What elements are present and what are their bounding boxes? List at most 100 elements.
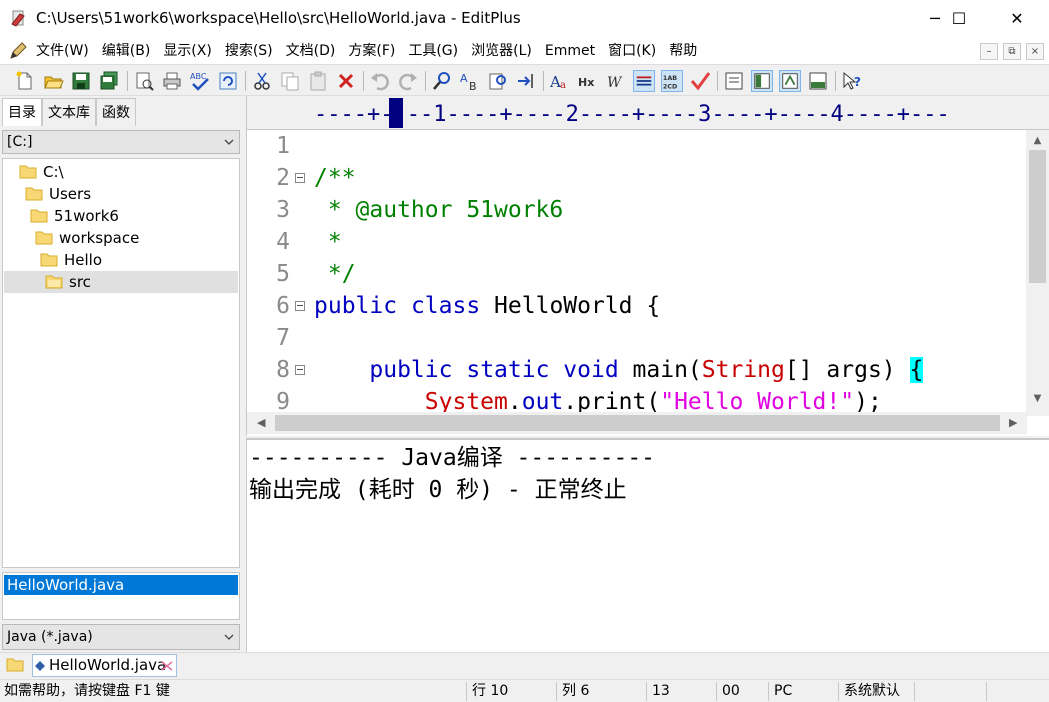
goto-icon[interactable] [515,70,537,92]
toggle-icon[interactable] [217,70,239,92]
drive-select[interactable]: [C:] [2,130,240,154]
column-ruler: ----+----1----+----2----+----3----+----4… [247,96,1049,130]
output-icon[interactable] [807,70,829,92]
file-diamond-icon [35,661,45,671]
find-icon[interactable] [431,70,453,92]
file-list-item[interactable]: HelloWorld.java [4,575,238,595]
print-icon[interactable] [161,70,183,92]
undo-icon[interactable] [369,70,391,92]
word-wrap-icon[interactable]: W [605,70,627,92]
mdi-minimize-button[interactable]: – [980,43,998,60]
fold-toggle-icon[interactable] [295,173,305,183]
svg-text:ABC: ABC [190,72,207,81]
code-line[interactable]: 1 [247,130,1027,162]
code-line[interactable]: 3 * @author 51work6 [247,194,1027,226]
toolbar-separator [543,71,544,91]
folder-icon[interactable] [6,657,24,672]
directory-tree[interactable]: C:\ Users 51work6 workspace Hello src [2,158,240,568]
print-preview-icon[interactable] [133,70,155,92]
mdi-restore-button[interactable]: ⧉ [1003,43,1021,60]
tab-functions[interactable]: 函数 [96,98,136,126]
line-number: 2 [276,165,290,191]
horizontal-scrollbar[interactable]: ◀ ▶ [247,412,1027,434]
code-line[interactable]: 4 * [247,226,1027,258]
spell-check-icon[interactable]: ABC [189,70,211,92]
tree-item-c-drive[interactable]: C:\ [19,161,64,183]
code-line[interactable]: 6 public class HelloWorld { [247,290,1027,322]
fold-toggle-icon[interactable] [295,365,305,375]
menu-document[interactable]: 文档(D) [286,38,336,64]
code-line[interactable]: 5 */ [247,258,1027,290]
scroll-down-arrow-icon[interactable]: ▼ [1032,394,1043,404]
menu-emmet[interactable]: Emmet [545,38,595,64]
output-window[interactable]: ---------- Java编译 ---------- 输出完成 (耗时 0 … [246,438,1049,652]
horizontal-scrollbar-thumb[interactable] [275,415,1000,431]
svg-text:A: A [460,72,468,85]
tree-item-src[interactable]: src [4,271,238,293]
status-separator [914,682,915,701]
code-area[interactable]: 1 2/** 3 * @author 51work6 4 * 5 */6 public c… [247,130,1027,416]
close-button[interactable]: ✕ [994,0,1040,38]
vertical-scrollbar-thumb[interactable] [1029,150,1046,283]
menu-help[interactable]: 帮助 [669,38,697,64]
cliptext-icon[interactable] [723,70,745,92]
redo-icon[interactable] [397,70,419,92]
check-icon[interactable] [689,70,711,92]
menu-view[interactable]: 显示(X) [163,38,212,64]
mdi-close-button[interactable]: × [1026,43,1044,60]
file-list[interactable]: HelloWorld.java [2,572,240,620]
menu-project[interactable]: 方案(F) [348,38,395,64]
save-icon[interactable] [70,70,92,92]
line-number-icon[interactable]: 1AB2CD [661,70,683,92]
scroll-right-arrow-icon[interactable]: ▶ [1009,417,1019,429]
delete-icon[interactable] [335,70,357,92]
help-icon[interactable]: ? [841,70,863,92]
close-tab-icon[interactable] [161,661,173,671]
tree-item-51work6[interactable]: 51work6 [30,205,119,227]
code-editor[interactable]: ----+----1----+----2----+----3----+----4… [246,96,1049,436]
pencil-icon[interactable] [8,41,28,61]
tab-directory[interactable]: 目录 [2,98,42,126]
menu-tools[interactable]: 工具(G) [408,38,458,64]
code-line[interactable]: 8 public static void main(String[] args)… [247,354,1027,386]
code-line[interactable]: 7 [247,322,1027,354]
file-filter-select[interactable]: Java (*.java) [2,624,240,650]
browser-icon[interactable] [779,70,801,92]
cut-icon[interactable] [251,70,273,92]
code-token: class [410,293,481,319]
line-number: 8 [276,357,290,383]
document-tab[interactable]: HelloWorld.java [32,654,177,677]
vertical-scrollbar[interactable]: ▲ ▼ [1026,130,1049,416]
find-in-files-icon[interactable] [487,70,509,92]
chevron-down-icon [224,634,234,640]
document-tabs-bar: HelloWorld.java [0,652,1049,678]
menu-edit[interactable]: 编辑(B) [102,38,151,64]
code-line[interactable]: 2 /** [247,162,1027,194]
font-icon[interactable]: Aa [549,70,571,92]
replace-icon[interactable]: AB [459,70,481,92]
scroll-left-arrow-icon[interactable]: ◀ [257,417,267,429]
paste-icon[interactable] [307,70,329,92]
indent-icon[interactable] [633,70,655,92]
chevron-down-icon [224,139,234,145]
scroll-up-arrow-icon[interactable]: ▲ [1032,136,1043,146]
status-separator [716,682,717,701]
open-folder-icon[interactable] [42,70,64,92]
menu-file[interactable]: 文件(W) [36,38,89,64]
copy-icon[interactable] [279,70,301,92]
save-all-icon[interactable] [98,70,120,92]
tree-item-workspace[interactable]: workspace [35,227,139,249]
directory-icon[interactable] [751,70,773,92]
menu-search[interactable]: 搜索(S) [225,38,273,64]
tree-item-hello[interactable]: Hello [40,249,102,271]
hex-icon[interactable]: Hx [577,70,599,92]
status-code: 00 [722,683,740,699]
menu-window[interactable]: 窗口(K) [608,38,656,64]
menu-browser[interactable]: 浏览器(L) [471,38,532,64]
fold-toggle-icon[interactable] [295,301,305,311]
tree-item-users[interactable]: Users [25,183,91,205]
tab-cliptext[interactable]: 文本库 [42,98,96,126]
new-file-icon[interactable] [14,70,36,92]
maximize-button[interactable]: ☐ [936,0,982,38]
